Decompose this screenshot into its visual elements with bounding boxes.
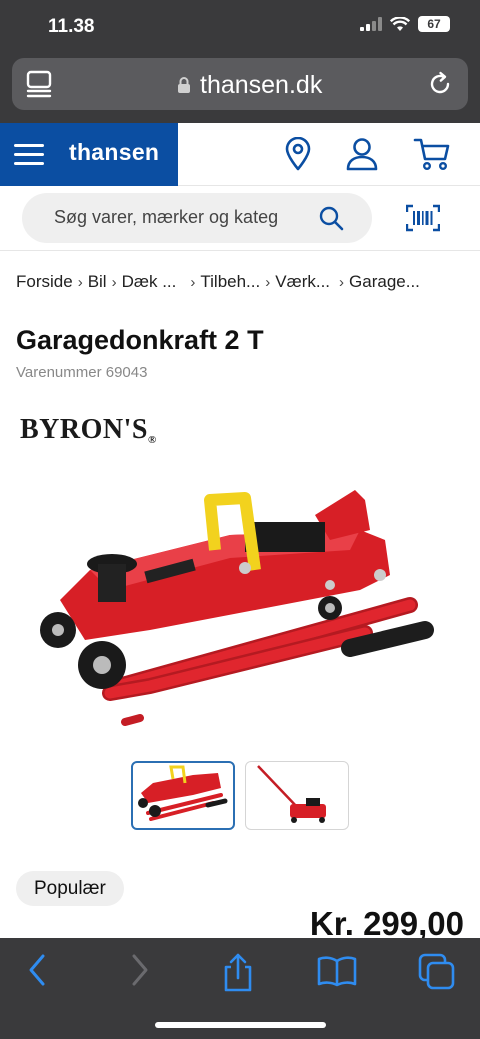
breadcrumb-item-vaerktoj[interactable]: Værk... [275, 272, 330, 292]
product-thumbnail-1[interactable] [131, 761, 235, 830]
cart-icon[interactable] [413, 137, 451, 171]
thumbnail-image [257, 765, 326, 823]
browser-bar: thansen.dk [0, 50, 480, 123]
site-header: thansen [0, 123, 480, 186]
tab-switcher-icon[interactable] [26, 70, 52, 98]
status-icons: 67 [360, 16, 450, 32]
url-text[interactable]: thansen.dk [200, 71, 322, 100]
address-bar[interactable]: thansen.dk [12, 58, 468, 110]
breadcrumb-item-bil[interactable]: Bil [88, 272, 107, 292]
lock-icon [178, 77, 190, 93]
chevron-right-icon: › [265, 273, 271, 291]
menu-icon[interactable] [14, 144, 44, 166]
product-sku: Varenummer 69043 [16, 364, 148, 381]
tabs-icon[interactable] [418, 953, 456, 991]
brand-name: BYRON'S [20, 414, 148, 445]
battery-indicator: 67 [418, 16, 450, 32]
chevron-right-icon: › [190, 273, 196, 291]
thumbnail-image [138, 765, 228, 821]
brand-logo[interactable]: BYRON'S® [20, 414, 157, 446]
location-pin-icon[interactable] [283, 137, 313, 171]
search-input[interactable]: Søg varer, mærker og kateg [22, 193, 372, 243]
logo-area: thansen [0, 123, 178, 186]
breadcrumb: Forside › Bil › Dæk ... › Tilbeh... › Værk..… [16, 272, 471, 292]
breadcrumb-item-tilbehor[interactable]: Tilbeh... [200, 272, 260, 292]
search-placeholder: Søg varer, mærker og kateg [54, 207, 279, 227]
status-time: 11.38 [48, 16, 95, 37]
page-title: Garagedonkraft 2 T [16, 325, 264, 355]
back-icon[interactable] [26, 952, 48, 988]
chevron-right-icon: › [111, 273, 117, 291]
reload-icon[interactable] [426, 70, 454, 98]
barcode-scanner-icon[interactable] [406, 204, 440, 232]
search-icon[interactable] [318, 205, 344, 231]
registered-mark: ® [147, 434, 157, 446]
wifi-icon [390, 16, 410, 31]
chevron-right-icon: › [77, 273, 83, 291]
breadcrumb-item-garage[interactable]: Garage... [349, 272, 420, 292]
share-icon[interactable] [220, 952, 256, 992]
breadcrumb-item-daek[interactable]: Dæk ... [122, 272, 177, 292]
site-logo[interactable]: thansen [69, 139, 159, 166]
product-thumbnail-2[interactable] [245, 761, 349, 830]
breadcrumb-item-forside[interactable]: Forside [16, 272, 73, 292]
signal-icon [360, 17, 382, 31]
user-icon[interactable] [345, 137, 379, 171]
bookmarks-icon[interactable] [316, 955, 358, 987]
search-row: Søg varer, mærker og kateg [0, 187, 480, 251]
forward-icon[interactable] [129, 952, 151, 988]
chevron-right-icon: › [339, 273, 345, 291]
status-bar: 11.38 67 [0, 0, 480, 50]
home-indicator[interactable] [155, 1022, 326, 1028]
product-image[interactable] [30, 480, 450, 735]
popular-badge: Populær [16, 871, 124, 906]
browser-toolbar [0, 938, 480, 1039]
